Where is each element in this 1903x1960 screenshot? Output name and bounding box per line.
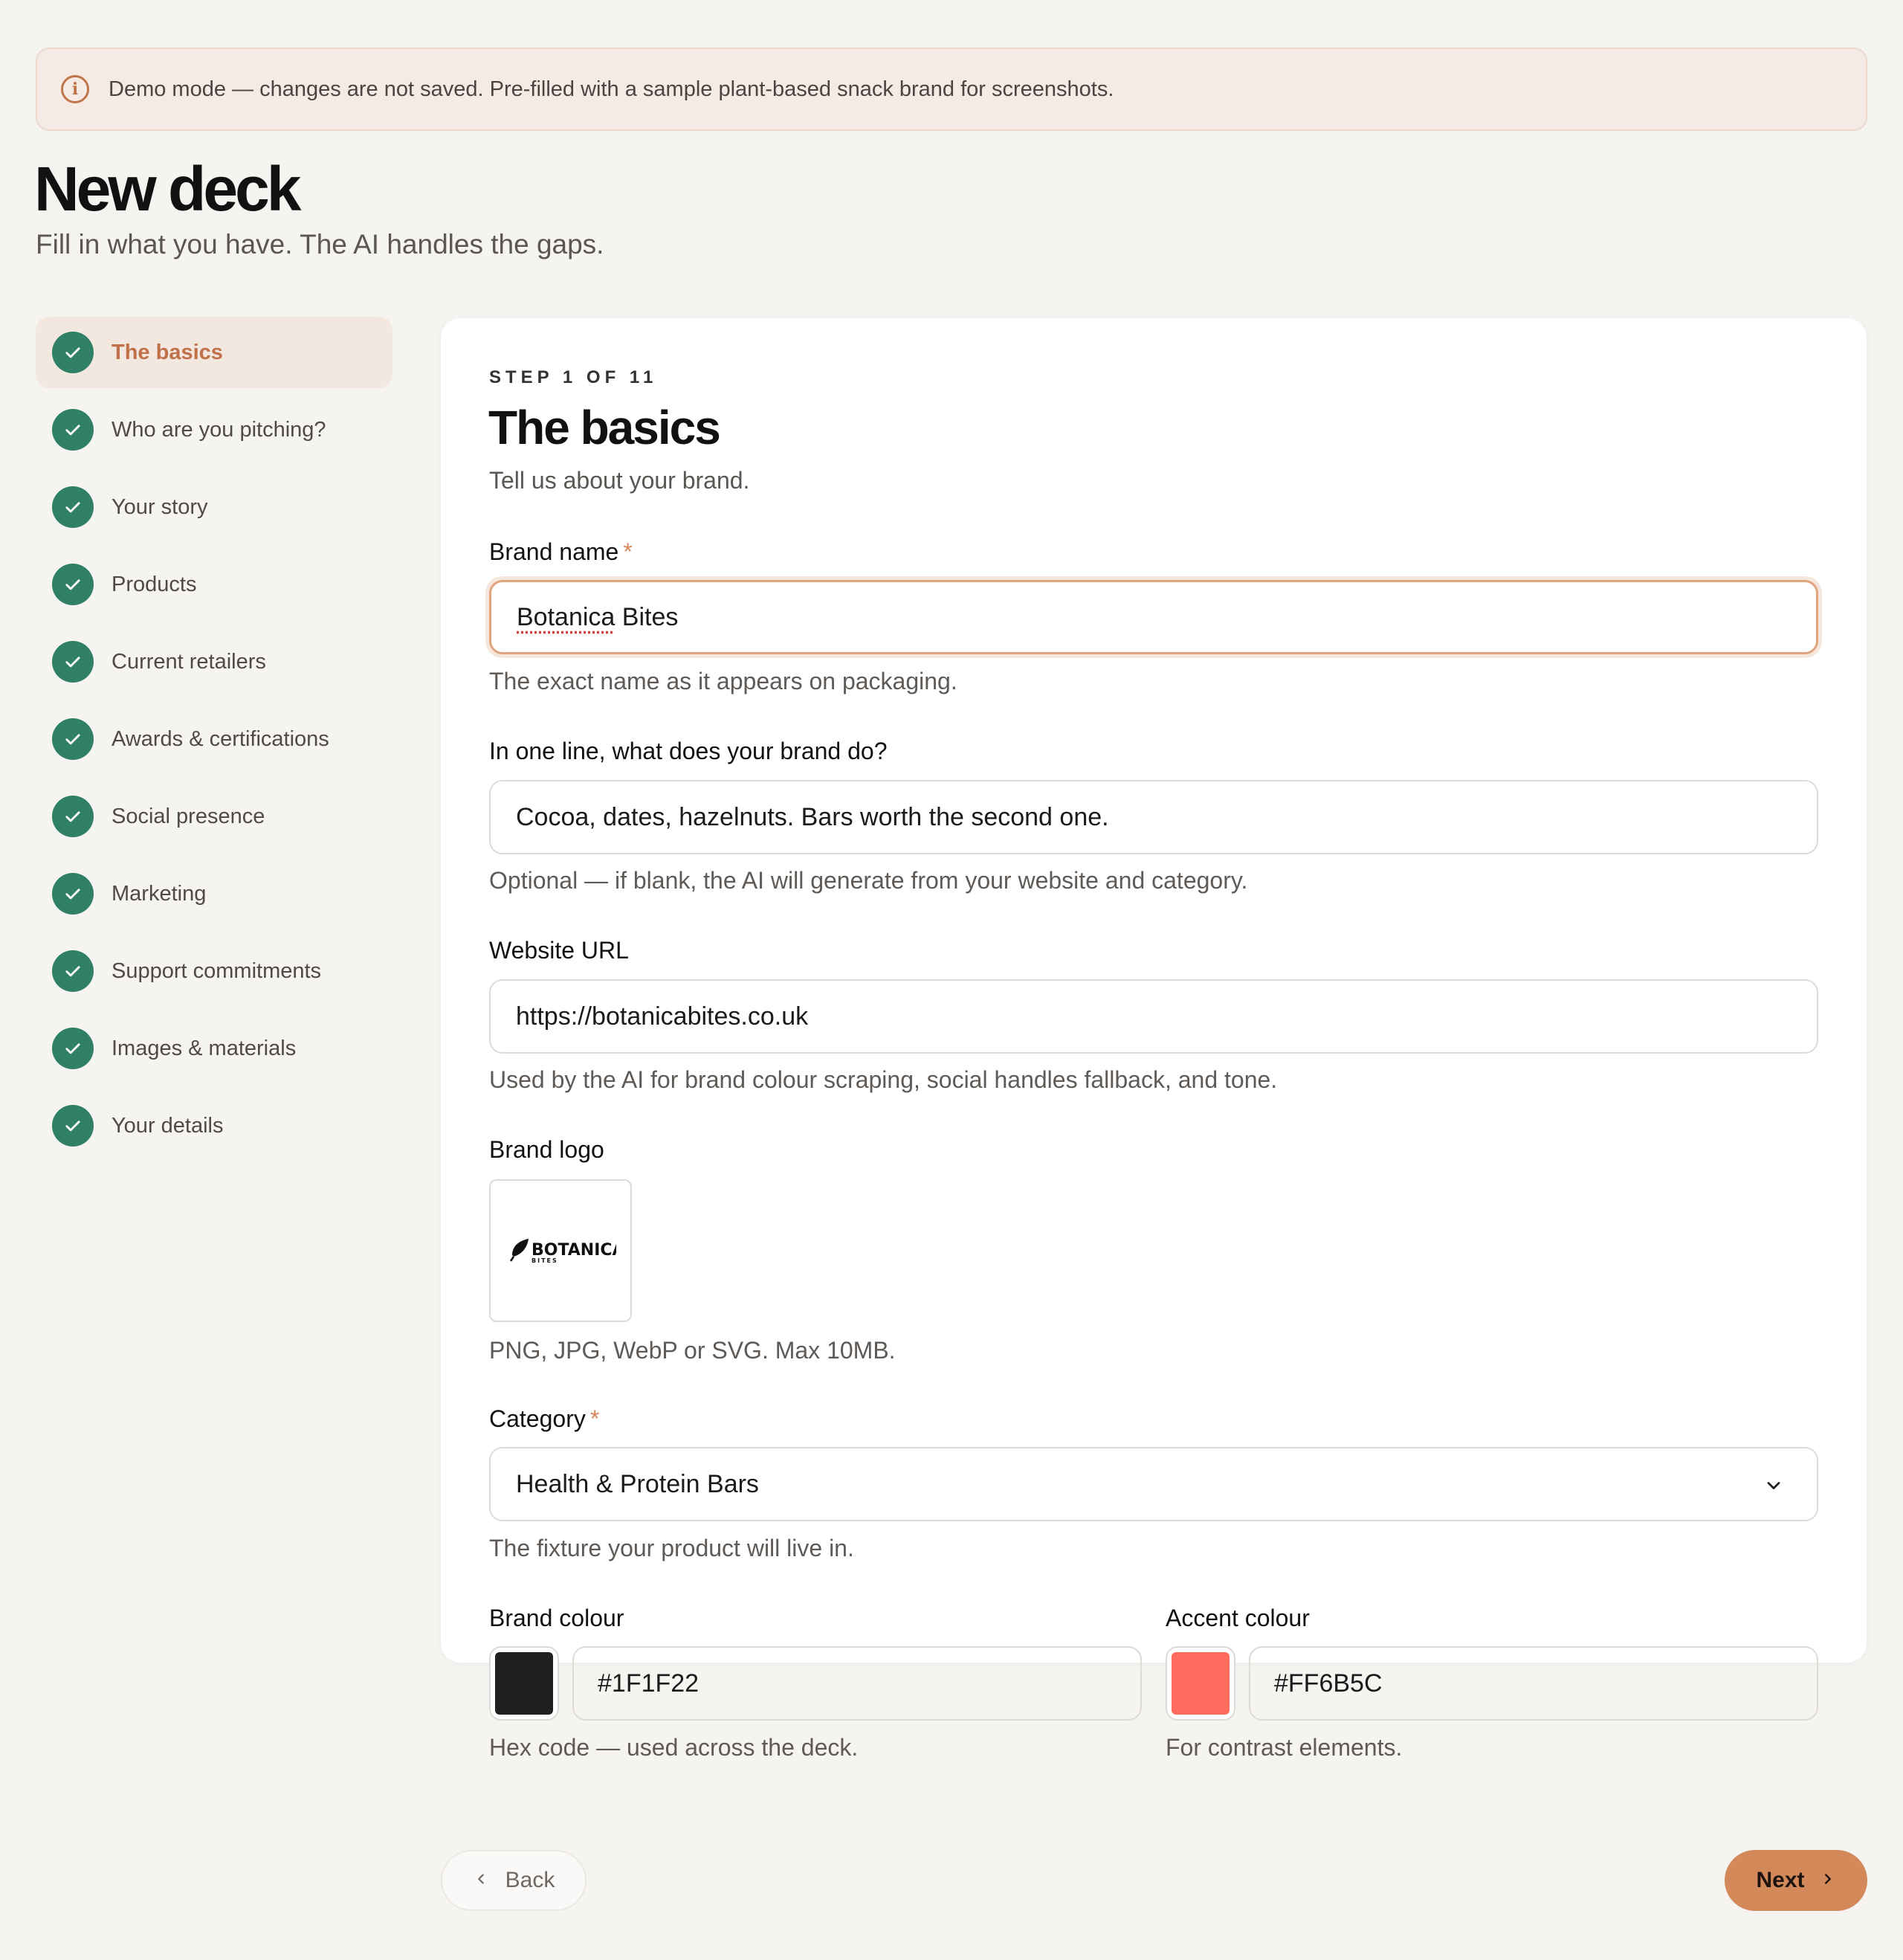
back-button[interactable]: Back xyxy=(441,1850,587,1911)
sidebar-item-current-retailers[interactable]: Current retailers xyxy=(36,626,392,697)
back-button-label: Back xyxy=(505,1868,555,1892)
brand-name-input[interactable]: Botanica Bites xyxy=(489,580,1818,654)
brand-colour-picker[interactable] xyxy=(489,1646,559,1721)
one-line-hint: Optional — if blank, the AI will generat… xyxy=(489,867,1248,894)
page-subtitle: Fill in what you have. The AI handles th… xyxy=(36,229,604,259)
sidebar-item-support-commitments[interactable]: Support commitments xyxy=(36,935,392,1007)
brand-colour-hex-input[interactable]: #1F1F22 xyxy=(572,1646,1142,1721)
brand-name-label: Brand name * xyxy=(489,538,633,565)
check-icon xyxy=(52,873,94,915)
website-url-hint: Used by the AI for brand colour scraping… xyxy=(489,1066,1278,1093)
sidebar-item-your-details[interactable]: Your details xyxy=(36,1090,392,1161)
logo-subtext: BITES xyxy=(532,1257,558,1264)
check-icon xyxy=(52,796,94,837)
accent-colour-hint: For contrast elements. xyxy=(1166,1734,1403,1761)
category-hint: The fixture your product will live in. xyxy=(489,1535,854,1561)
info-icon: i xyxy=(61,75,89,103)
chevron-right-icon xyxy=(1820,1868,1836,1893)
check-icon xyxy=(52,486,94,528)
brand-colour-swatch xyxy=(495,1652,553,1715)
accent-colour-hex-input[interactable]: #FF6B5C xyxy=(1249,1646,1818,1721)
category-select[interactable]: Health & Protein Bars xyxy=(489,1447,1818,1521)
check-icon xyxy=(52,1105,94,1147)
category-selected-value: Health & Protein Bars xyxy=(516,1469,759,1498)
sidebar-item-label: Marketing xyxy=(112,881,207,906)
category-label: Category * xyxy=(489,1405,600,1432)
check-icon xyxy=(52,409,94,451)
check-icon xyxy=(52,564,94,605)
sidebar-item-label: Products xyxy=(112,572,197,596)
sidebar-item-images-materials[interactable]: Images & materials xyxy=(36,1013,392,1084)
next-button-label: Next xyxy=(1756,1868,1805,1892)
step-sidebar: The basics Who are you pitching? Your st… xyxy=(36,317,392,1167)
check-icon xyxy=(52,718,94,760)
brand-logo-image: BOTANICA BITES xyxy=(509,1239,616,1264)
check-icon xyxy=(52,332,94,373)
sidebar-item-social-presence[interactable]: Social presence xyxy=(36,781,392,852)
sidebar-item-the-basics[interactable]: The basics xyxy=(36,317,392,388)
sidebar-item-label: Current retailers xyxy=(112,649,266,674)
check-icon xyxy=(52,950,94,992)
banner-text: Demo mode — changes are not saved. Pre-f… xyxy=(109,77,1114,101)
required-marker: * xyxy=(623,538,633,565)
next-button[interactable]: Next xyxy=(1725,1850,1867,1911)
sidebar-item-label: Social presence xyxy=(112,804,265,828)
brand-logo-label: Brand logo xyxy=(489,1136,604,1163)
accent-colour-picker[interactable] xyxy=(1166,1646,1235,1721)
check-icon xyxy=(52,641,94,683)
sidebar-item-label: Your details xyxy=(112,1113,224,1138)
sidebar-item-label: Your story xyxy=(112,494,208,519)
sidebar-item-label: The basics xyxy=(112,340,223,364)
one-line-input[interactable]: Cocoa, dates, hazelnuts. Bars worth the … xyxy=(489,780,1818,854)
accent-colour-swatch xyxy=(1172,1652,1230,1715)
page-title: New deck xyxy=(34,154,302,224)
brand-colour-hint: Hex code — used across the deck. xyxy=(489,1734,859,1761)
chevron-left-icon xyxy=(473,1868,489,1893)
step-title: The basics xyxy=(488,401,721,454)
required-marker: * xyxy=(589,1405,600,1432)
sidebar-item-label: Images & materials xyxy=(112,1036,297,1060)
brand-logo-upload[interactable]: BOTANICA BITES xyxy=(489,1179,632,1322)
one-line-label: In one line, what does your brand do? xyxy=(489,738,888,764)
step-subtitle: Tell us about your brand. xyxy=(489,467,750,494)
sidebar-item-label: Support commitments xyxy=(112,958,322,983)
sidebar-item-label: Awards & certifications xyxy=(112,726,329,751)
chevron-down-icon xyxy=(1763,1474,1784,1503)
brand-colour-label: Brand colour xyxy=(489,1605,624,1631)
website-url-label: Website URL xyxy=(489,937,629,964)
sidebar-item-who-are-you-pitching[interactable]: Who are you pitching? xyxy=(36,394,392,465)
website-url-input[interactable]: https://botanicabites.co.uk xyxy=(489,979,1818,1054)
check-icon xyxy=(52,1028,94,1069)
sidebar-item-products[interactable]: Products xyxy=(36,549,392,620)
sidebar-item-awards-certifications[interactable]: Awards & certifications xyxy=(36,703,392,775)
brand-logo-hint: PNG, JPG, WebP or SVG. Max 10MB. xyxy=(489,1337,896,1364)
sidebar-item-label: Who are you pitching? xyxy=(112,417,326,442)
step-form-card: STEP 1 OF 11 The basics Tell us about yo… xyxy=(441,318,1867,1761)
sidebar-item-your-story[interactable]: Your story xyxy=(36,471,392,543)
step-counter: STEP 1 OF 11 xyxy=(489,367,658,387)
accent-colour-label: Accent colour xyxy=(1166,1605,1310,1631)
brand-name-hint: The exact name as it appears on packagin… xyxy=(489,668,957,694)
demo-mode-banner: i Demo mode — changes are not saved. Pre… xyxy=(36,48,1867,131)
sidebar-item-marketing[interactable]: Marketing xyxy=(36,858,392,929)
